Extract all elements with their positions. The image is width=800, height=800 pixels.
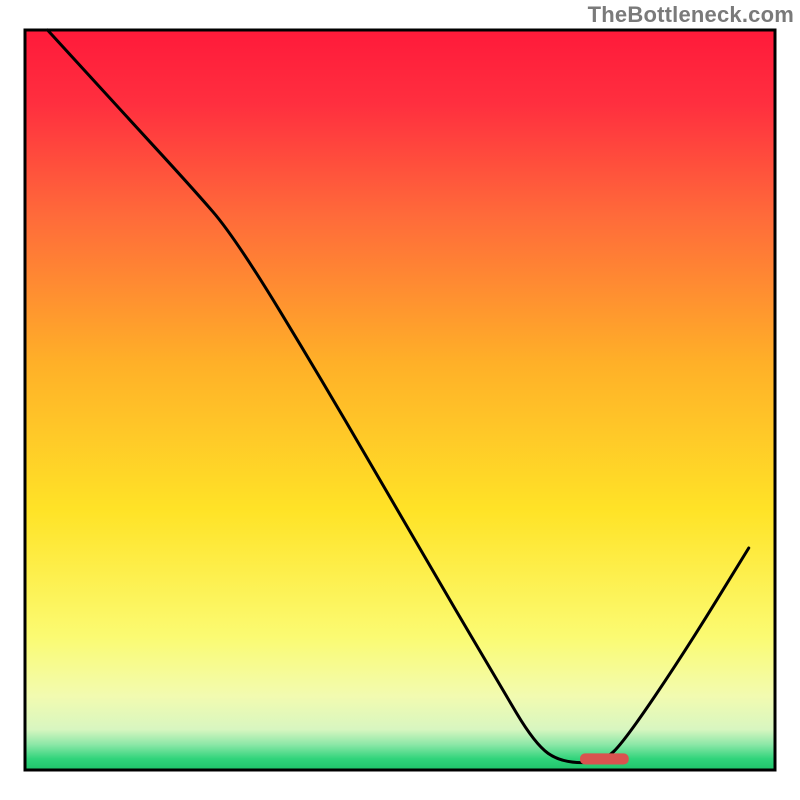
bottleneck-chart-svg (0, 0, 800, 800)
chart-canvas: TheBottleneck.com (0, 0, 800, 800)
watermark-text: TheBottleneck.com (588, 2, 794, 28)
optimal-marker (580, 753, 629, 764)
plot-background (25, 30, 775, 770)
